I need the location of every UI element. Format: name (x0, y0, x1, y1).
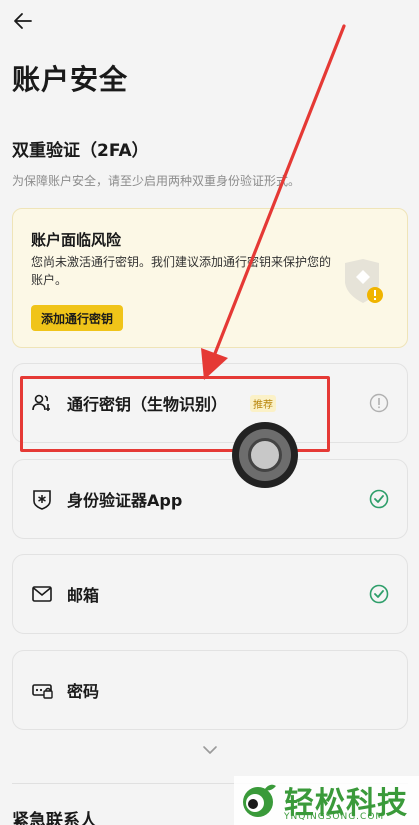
watermark-logo-icon (243, 784, 276, 817)
risk-card-body: 您尚未激活通行密钥。我们建议添加通行密钥来保护您的账户。 (31, 255, 332, 287)
email-method-item[interactable]: 邮箱 (12, 554, 408, 634)
emergency-contact-title: 紧急联系人 (12, 811, 97, 825)
email-method-label: 邮箱 (67, 586, 100, 605)
authenticator-method-item[interactable]: 身份验证器App (12, 459, 408, 539)
authenticator-shield-icon (33, 490, 51, 510)
mail-icon (32, 586, 52, 602)
page-title: 账户安全 (12, 63, 129, 96)
back-button[interactable] (10, 8, 36, 34)
twofa-section-description: 为保障账户安全，请至少启用两种双重身份验证形式。 (12, 174, 301, 188)
password-icon (32, 684, 53, 699)
info-circle-icon[interactable] (369, 393, 389, 413)
password-method-label: 密码 (67, 682, 100, 701)
touch-indicator (232, 422, 298, 488)
check-circle-icon (369, 489, 389, 509)
watermark: 轻松科技 YNQINGSONG.COM (234, 776, 419, 825)
risk-card-title: 账户面临风险 (31, 231, 122, 249)
risk-warning-card: 账户面临风险 您尚未激活通行密钥。我们建议添加通行密钥来保护您的账户。 添加通行… (12, 208, 408, 348)
chevron-down-icon[interactable] (200, 740, 220, 760)
arrow-left-icon (14, 13, 32, 29)
twofa-section-title: 双重验证（2FA） (12, 141, 149, 161)
authenticator-method-label: 身份验证器App (67, 491, 183, 510)
shield-warning-icon (345, 259, 383, 303)
password-method-item[interactable]: 密码 (12, 650, 408, 730)
check-circle-icon (369, 584, 389, 604)
watermark-subtext: YNQINGSONG.COM (284, 812, 385, 822)
add-passkey-button[interactable]: 添加通行密钥 (31, 305, 124, 331)
